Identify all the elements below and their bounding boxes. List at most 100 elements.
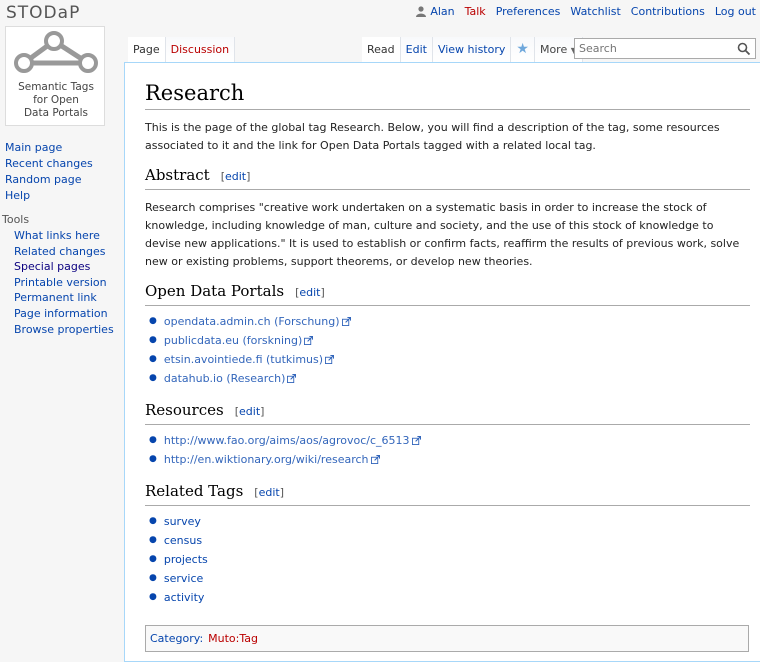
list-item: ● projects xyxy=(149,550,750,569)
portals-list: ● opendata.admin.ch (Forschung) ● publicda… xyxy=(145,312,750,388)
logo-network-icon xyxy=(14,31,98,73)
external-link-icon xyxy=(287,374,297,383)
user-link[interactable]: Alan xyxy=(416,5,455,18)
logo-subtitle-line: Semantic Tags xyxy=(18,81,94,93)
tab-read[interactable]: Read xyxy=(362,37,401,62)
related-tags-heading: Related Tags [edit] xyxy=(145,481,750,506)
edit-resources-link[interactable]: edit xyxy=(239,405,260,418)
external-link-icon xyxy=(341,317,351,326)
view-tabs: Read Edit View history ★ More ▼ xyxy=(362,37,583,62)
resource-link[interactable]: http://www.fao.org/aims/aos/agrovoc/c_65… xyxy=(164,431,410,450)
abstract-heading: Abstract [edit] xyxy=(145,165,750,190)
personal-tools: Alan Talk Preferences Watchlist Contribu… xyxy=(416,5,756,18)
contributions-link[interactable]: Contributions xyxy=(631,5,705,18)
external-link-icon xyxy=(325,355,335,364)
portal-link[interactable]: publicdata.eu (forskning) xyxy=(164,331,302,350)
related-tag-link[interactable]: census xyxy=(164,531,202,550)
tool-browse-properties[interactable]: Browse properties xyxy=(0,322,124,338)
portal-link[interactable]: etsin.avointiede.fi (tutkimus) xyxy=(164,350,323,369)
tab-page[interactable]: Page xyxy=(128,37,166,62)
edit-related-link[interactable]: edit xyxy=(259,486,280,499)
user-name: Alan xyxy=(430,5,455,18)
intro-paragraph: This is the page of the global tag Resea… xyxy=(145,121,720,152)
watchlist-link[interactable]: Watchlist xyxy=(570,5,620,18)
external-link-icon xyxy=(411,436,421,445)
related-tag-link[interactable]: projects xyxy=(164,550,208,569)
resource-link[interactable]: http://en.wiktionary.org/wiki/research xyxy=(164,450,369,469)
edit-abstract-link[interactable]: edit xyxy=(225,170,246,183)
portal-link[interactable]: datahub.io (Research) xyxy=(164,369,286,388)
sidebar-item-main-page[interactable]: Main page xyxy=(0,140,124,156)
bullet: ● xyxy=(149,335,157,345)
category-label-link[interactable]: Category: xyxy=(150,632,203,645)
resources-heading-text: Resources xyxy=(145,401,224,419)
bullet: ● xyxy=(149,435,157,445)
bullet: ● xyxy=(149,573,157,583)
bullet: ● xyxy=(149,535,157,545)
content-area: Research This is the page of the global … xyxy=(124,62,760,662)
edit-section: [edit] xyxy=(220,170,251,183)
logout-link[interactable]: Log out xyxy=(715,5,756,18)
resources-list: ● http://www.fao.org/aims/aos/agrovoc/c_6… xyxy=(145,431,750,469)
edit-portals-link[interactable]: edit xyxy=(299,286,320,299)
tool-related-changes[interactable]: Related changes xyxy=(0,244,124,260)
edit-section: [edit] xyxy=(254,486,284,499)
search-box xyxy=(574,38,756,59)
related-tag-link[interactable]: survey xyxy=(164,512,201,531)
tool-what-links-here[interactable]: What links here xyxy=(0,228,124,244)
tab-discussion[interactable]: Discussion xyxy=(165,37,236,62)
list-item: ● census xyxy=(149,531,750,550)
sidebar-item-help[interactable]: Help xyxy=(0,188,124,204)
external-link-icon xyxy=(304,336,314,345)
preferences-link[interactable]: Preferences xyxy=(496,5,561,18)
list-item: ● datahub.io (Research) xyxy=(149,369,750,388)
sidebar-item-recent-changes[interactable]: Recent changes xyxy=(0,156,124,172)
list-item: ● etsin.avointiede.fi (tutkimus) xyxy=(149,350,750,369)
search-input[interactable] xyxy=(575,39,737,58)
tool-permanent-link[interactable]: Permanent link xyxy=(0,290,124,306)
watch-star-button[interactable]: ★ xyxy=(511,37,535,62)
page-title: Research xyxy=(145,79,750,110)
list-item: ● survey xyxy=(149,512,750,531)
resources-heading: Resources [edit] xyxy=(145,400,750,425)
abstract-heading-text: Abstract xyxy=(145,166,210,184)
bullet: ● xyxy=(149,554,157,564)
more-label: More xyxy=(539,43,568,56)
logo-image: Semantic Tags for Open Data Portals xyxy=(5,26,105,126)
related-tag-link[interactable]: service xyxy=(164,569,203,588)
list-item: ● http://en.wiktionary.org/wiki/research xyxy=(149,450,750,469)
related-tags-list: ● survey ● census ● projects ● service ● acti… xyxy=(145,512,750,607)
external-link-icon xyxy=(370,455,380,464)
list-item: ● publicdata.eu (forskning) xyxy=(149,331,750,350)
list-item: ● activity xyxy=(149,588,750,607)
tools-heading: Tools xyxy=(2,213,30,226)
logo[interactable]: STODaP Semantic Tags for Open Data Porta… xyxy=(0,0,124,130)
talk-link[interactable]: Talk xyxy=(465,5,486,18)
related-tags-heading-text: Related Tags xyxy=(145,482,244,500)
user-icon xyxy=(416,6,427,17)
logo-subtitle: Semantic Tags for Open Data Portals xyxy=(6,81,106,120)
logo-subtitle-line: Data Portals xyxy=(23,107,89,119)
tool-printable-version[interactable]: Printable version xyxy=(0,275,124,291)
namespace-tabs: Page Discussion xyxy=(128,37,236,62)
tab-view-history[interactable]: View history xyxy=(432,37,512,62)
category-value-link[interactable]: Muto:Tag xyxy=(208,632,258,645)
search-icon[interactable] xyxy=(737,42,751,56)
list-item: ● opendata.admin.ch (Forschung) xyxy=(149,312,750,331)
list-item: ● http://www.fao.org/aims/aos/agrovoc/c_6… xyxy=(149,431,750,450)
tool-page-information[interactable]: Page information xyxy=(0,306,124,322)
portals-heading-text: Open Data Portals xyxy=(145,282,285,300)
sidebar-item-random-page[interactable]: Random page xyxy=(0,172,124,188)
tab-edit[interactable]: Edit xyxy=(400,37,433,62)
bullet: ● xyxy=(149,316,157,326)
abstract-paragraph: Research comprises "creative work undert… xyxy=(145,201,740,268)
portal-link[interactable]: opendata.admin.ch (Forschung) xyxy=(164,312,340,331)
logo-title: STODaP xyxy=(6,3,81,23)
category-box: Category: Muto:Tag xyxy=(145,625,749,652)
bullet: ● xyxy=(149,354,157,364)
logo-subtitle-line: for Open xyxy=(33,94,79,106)
related-tag-link[interactable]: activity xyxy=(164,588,205,607)
bullet: ● xyxy=(149,454,157,464)
tool-special-pages[interactable]: Special pages xyxy=(0,259,124,275)
star-icon: ★ xyxy=(516,41,529,57)
